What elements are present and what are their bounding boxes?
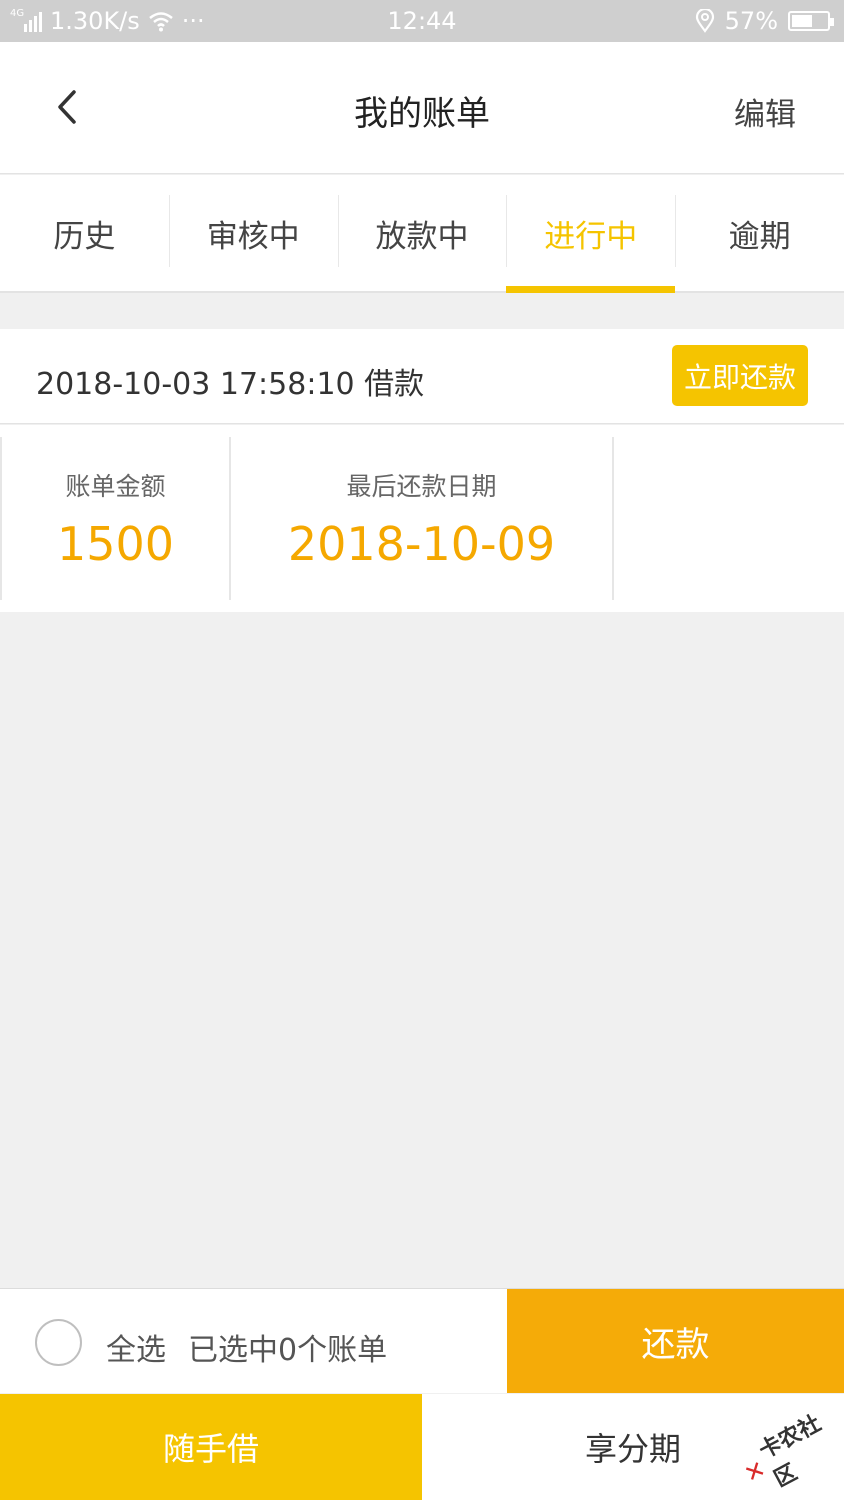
bill-type: 借款 bbox=[364, 367, 425, 402]
nav-borrow[interactable]: 随手借 bbox=[0, 1394, 422, 1500]
selected-count-text: 已选中0个账单 bbox=[188, 1333, 388, 1368]
location-icon bbox=[695, 9, 714, 33]
bill-card-header: 2018-10-03 17:58:10 借款 立即还款 bbox=[0, 329, 844, 424]
due-date-value: 2018-10-09 bbox=[287, 517, 556, 571]
bill-amount-value: 1500 bbox=[56, 517, 175, 571]
select-all-radio[interactable] bbox=[35, 1319, 82, 1366]
due-date-cell: 最后还款日期 2018-10-09 bbox=[231, 437, 614, 600]
battery-icon bbox=[788, 11, 834, 31]
tab-reviewing[interactable]: 审核中 bbox=[168, 175, 338, 291]
battery-percent: 57% bbox=[724, 7, 778, 35]
bottom-nav: 随手借 享分期 bbox=[0, 1394, 844, 1500]
page-title: 我的账单 bbox=[354, 94, 490, 134]
bill-datetime-value: 2018-10-03 17:58:10 bbox=[36, 367, 355, 402]
bill-amount-label: 账单金额 bbox=[65, 472, 166, 501]
status-tabs: 历史 审核中 放款中 进行中 逾期 bbox=[0, 175, 844, 293]
select-bar: 全选 已选中0个账单 还款 bbox=[0, 1288, 844, 1393]
select-all-label[interactable]: 全选 bbox=[106, 1325, 166, 1369]
bill-datetime: 2018-10-03 17:58:10 借款 bbox=[36, 359, 424, 403]
tab-overdue[interactable]: 逾期 bbox=[675, 175, 844, 291]
status-right: 57% bbox=[695, 7, 834, 35]
tab-in-progress[interactable]: 进行中 bbox=[506, 175, 675, 293]
bill-amount-cell: 账单金额 1500 bbox=[0, 437, 231, 600]
status-bar: 4G 1.30K/s ··· 12:44 57% bbox=[0, 0, 844, 42]
repay-button[interactable]: 还款 bbox=[507, 1289, 844, 1393]
bill-card-body[interactable]: 账单金额 1500 最后还款日期 2018-10-09 bbox=[0, 425, 844, 612]
tab-history[interactable]: 历史 bbox=[0, 175, 169, 291]
tab-disbursing[interactable]: 放款中 bbox=[337, 175, 507, 291]
pay-now-button[interactable]: 立即还款 bbox=[672, 345, 808, 406]
app-header: 我的账单 编辑 bbox=[0, 42, 844, 174]
due-date-label: 最后还款日期 bbox=[346, 472, 497, 501]
edit-button[interactable]: 编辑 bbox=[734, 89, 796, 134]
